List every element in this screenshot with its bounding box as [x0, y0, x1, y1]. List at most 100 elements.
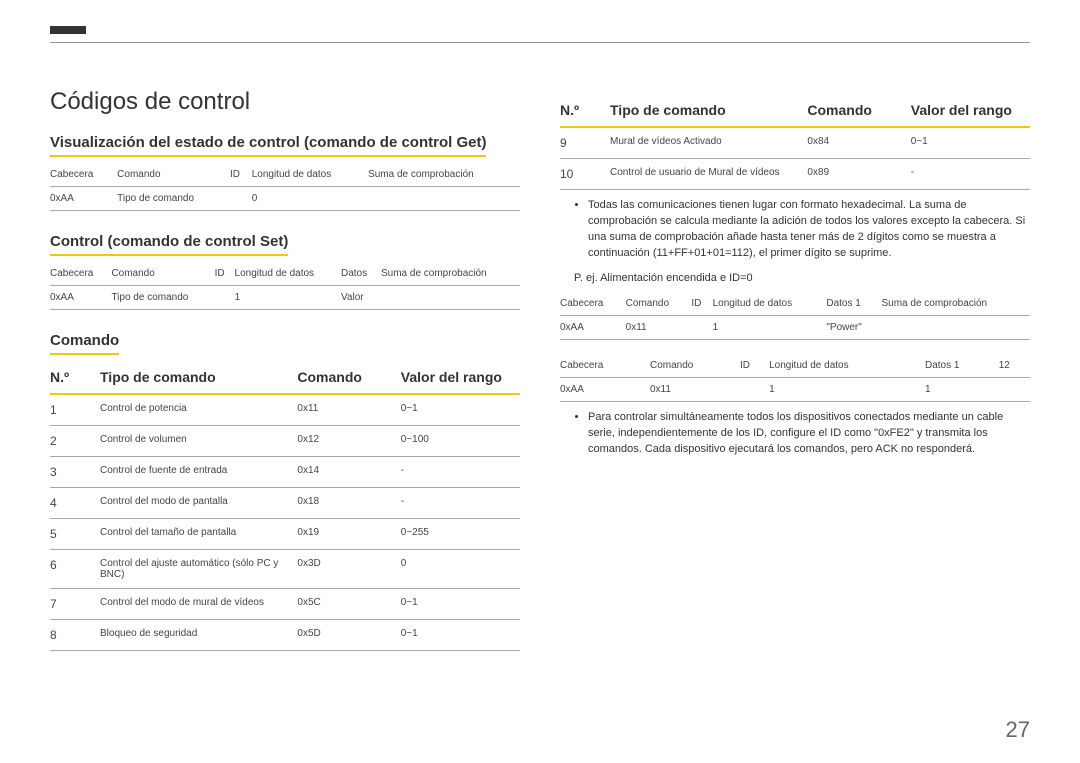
header-rule: [50, 42, 1030, 43]
td: 0x19: [297, 519, 400, 550]
td: [215, 286, 235, 310]
td: 10: [560, 159, 610, 190]
td: 5: [50, 519, 100, 550]
section-comando-title: Comando: [50, 332, 119, 355]
th: Longitud de datos: [235, 262, 341, 286]
th: ID: [230, 163, 252, 187]
th: Longitud de datos: [769, 354, 925, 378]
td: 0x5D: [297, 620, 400, 651]
td: 1: [713, 315, 827, 339]
th: Cabecera: [560, 292, 626, 316]
td: 0: [252, 187, 368, 211]
td: 8: [50, 620, 100, 651]
td: 0xAA: [50, 286, 111, 310]
td: -: [911, 159, 1030, 190]
td: [230, 187, 252, 211]
td: 0x12: [297, 426, 400, 457]
th-rango: Valor del rango: [401, 361, 520, 394]
section-set: Control (comando de control Set) Cabecer…: [50, 233, 520, 310]
th: ID: [740, 354, 769, 378]
td: Control de volumen: [100, 426, 297, 457]
th-tipo: Tipo de comando: [100, 361, 297, 394]
td: 0~255: [401, 519, 520, 550]
table-row: 2Control de volumen0x120~100: [50, 426, 520, 457]
th: Datos 1: [826, 292, 881, 316]
th: Comando: [111, 262, 214, 286]
table-comando-left: N.º Tipo de comando Comando Valor del ra…: [50, 361, 520, 651]
td: 0xAA: [560, 315, 626, 339]
td: 9: [560, 127, 610, 159]
td: Control del modo de mural de vídeos: [100, 589, 297, 620]
note-text: Todas las comunicaciones tienen lugar co…: [588, 198, 1030, 262]
th: Suma de comprobación: [368, 163, 520, 187]
td: 0x84: [807, 127, 910, 159]
note-broadcast: Para controlar simultáneamente todos los…: [560, 410, 1030, 458]
td: 0xAA: [560, 377, 650, 401]
td: 4: [50, 488, 100, 519]
th: Longitud de datos: [713, 292, 827, 316]
td: [881, 315, 1030, 339]
td: -: [401, 457, 520, 488]
td: Mural de vídeos Activado: [610, 127, 807, 159]
th: ID: [215, 262, 235, 286]
td: 0x11: [626, 315, 692, 339]
two-column-layout: Códigos de control Visualización del est…: [50, 88, 1030, 673]
th: Suma de comprobación: [881, 292, 1030, 316]
section-comando: Comando N.º Tipo de comando Comando Valo…: [50, 332, 520, 651]
td: [381, 286, 520, 310]
table-example-2: Cabecera Comando ID Longitud de datos Da…: [560, 354, 1030, 402]
th-no: N.º: [50, 361, 100, 394]
td: 1: [50, 394, 100, 426]
td: Control del modo de pantalla: [100, 488, 297, 519]
section-set-title: Control (comando de control Set): [50, 233, 288, 256]
td: Control de fuente de entrada: [100, 457, 297, 488]
td: 0x3D: [297, 550, 400, 589]
td: 0x11: [297, 394, 400, 426]
table-get: Cabecera Comando ID Longitud de datos Su…: [50, 163, 520, 211]
section-get-title: Visualización del estado de control (com…: [50, 134, 486, 157]
header-mark: [50, 26, 86, 34]
td: 3: [50, 457, 100, 488]
page-number: 27: [1006, 717, 1030, 743]
th: Suma de comprobación: [381, 262, 520, 286]
table-row: 7Control del modo de mural de vídeos0x5C…: [50, 589, 520, 620]
td: 0~1: [911, 127, 1030, 159]
td: [999, 377, 1030, 401]
table-row: 1Control de potencia0x110~1: [50, 394, 520, 426]
td: Control del ajuste automático (sólo PC y…: [100, 550, 297, 589]
td: 0x11: [650, 377, 740, 401]
td: Bloqueo de seguridad: [100, 620, 297, 651]
td: 0~1: [401, 394, 520, 426]
th-no: N.º: [560, 94, 610, 127]
table-row: 4Control del modo de pantalla0x18-: [50, 488, 520, 519]
table-row: 8Bloqueo de seguridad0x5D0~1: [50, 620, 520, 651]
table-example-1: Cabecera Comando ID Longitud de datos Da…: [560, 292, 1030, 340]
table-row: 0xAA 0x11 1 1: [560, 377, 1030, 401]
th-rango: Valor del rango: [911, 94, 1030, 127]
td: 0x14: [297, 457, 400, 488]
td: 0~1: [401, 589, 520, 620]
th: Comando: [626, 292, 692, 316]
th: Comando: [117, 163, 230, 187]
th: Datos 1: [925, 354, 999, 378]
td: "Power": [826, 315, 881, 339]
table-row: 5Control del tamaño de pantalla0x190~255: [50, 519, 520, 550]
table-row: 0xAA 0x11 1 "Power": [560, 315, 1030, 339]
td: Valor: [341, 286, 381, 310]
td: [740, 377, 769, 401]
table-row: 9Mural de vídeos Activado0x840~1: [560, 127, 1030, 159]
th: 12: [999, 354, 1030, 378]
table-row: 0xAA Tipo de comando 1 Valor: [50, 286, 520, 310]
td: -: [401, 488, 520, 519]
th-tipo: Tipo de comando: [610, 94, 807, 127]
td: Tipo de comando: [117, 187, 230, 211]
right-column: N.º Tipo de comando Comando Valor del ra…: [560, 88, 1030, 673]
table-row: 3Control de fuente de entrada0x14-: [50, 457, 520, 488]
table-set: Cabecera Comando ID Longitud de datos Da…: [50, 262, 520, 310]
td: 0x18: [297, 488, 400, 519]
example-label: P. ej. Alimentación encendida e ID=0: [574, 272, 1030, 284]
table-row: 0xAA Tipo de comando 0: [50, 187, 520, 211]
table-row: 6Control del ajuste automático (sólo PC …: [50, 550, 520, 589]
table-comando-right: N.º Tipo de comando Comando Valor del ra…: [560, 94, 1030, 190]
th: Comando: [650, 354, 740, 378]
